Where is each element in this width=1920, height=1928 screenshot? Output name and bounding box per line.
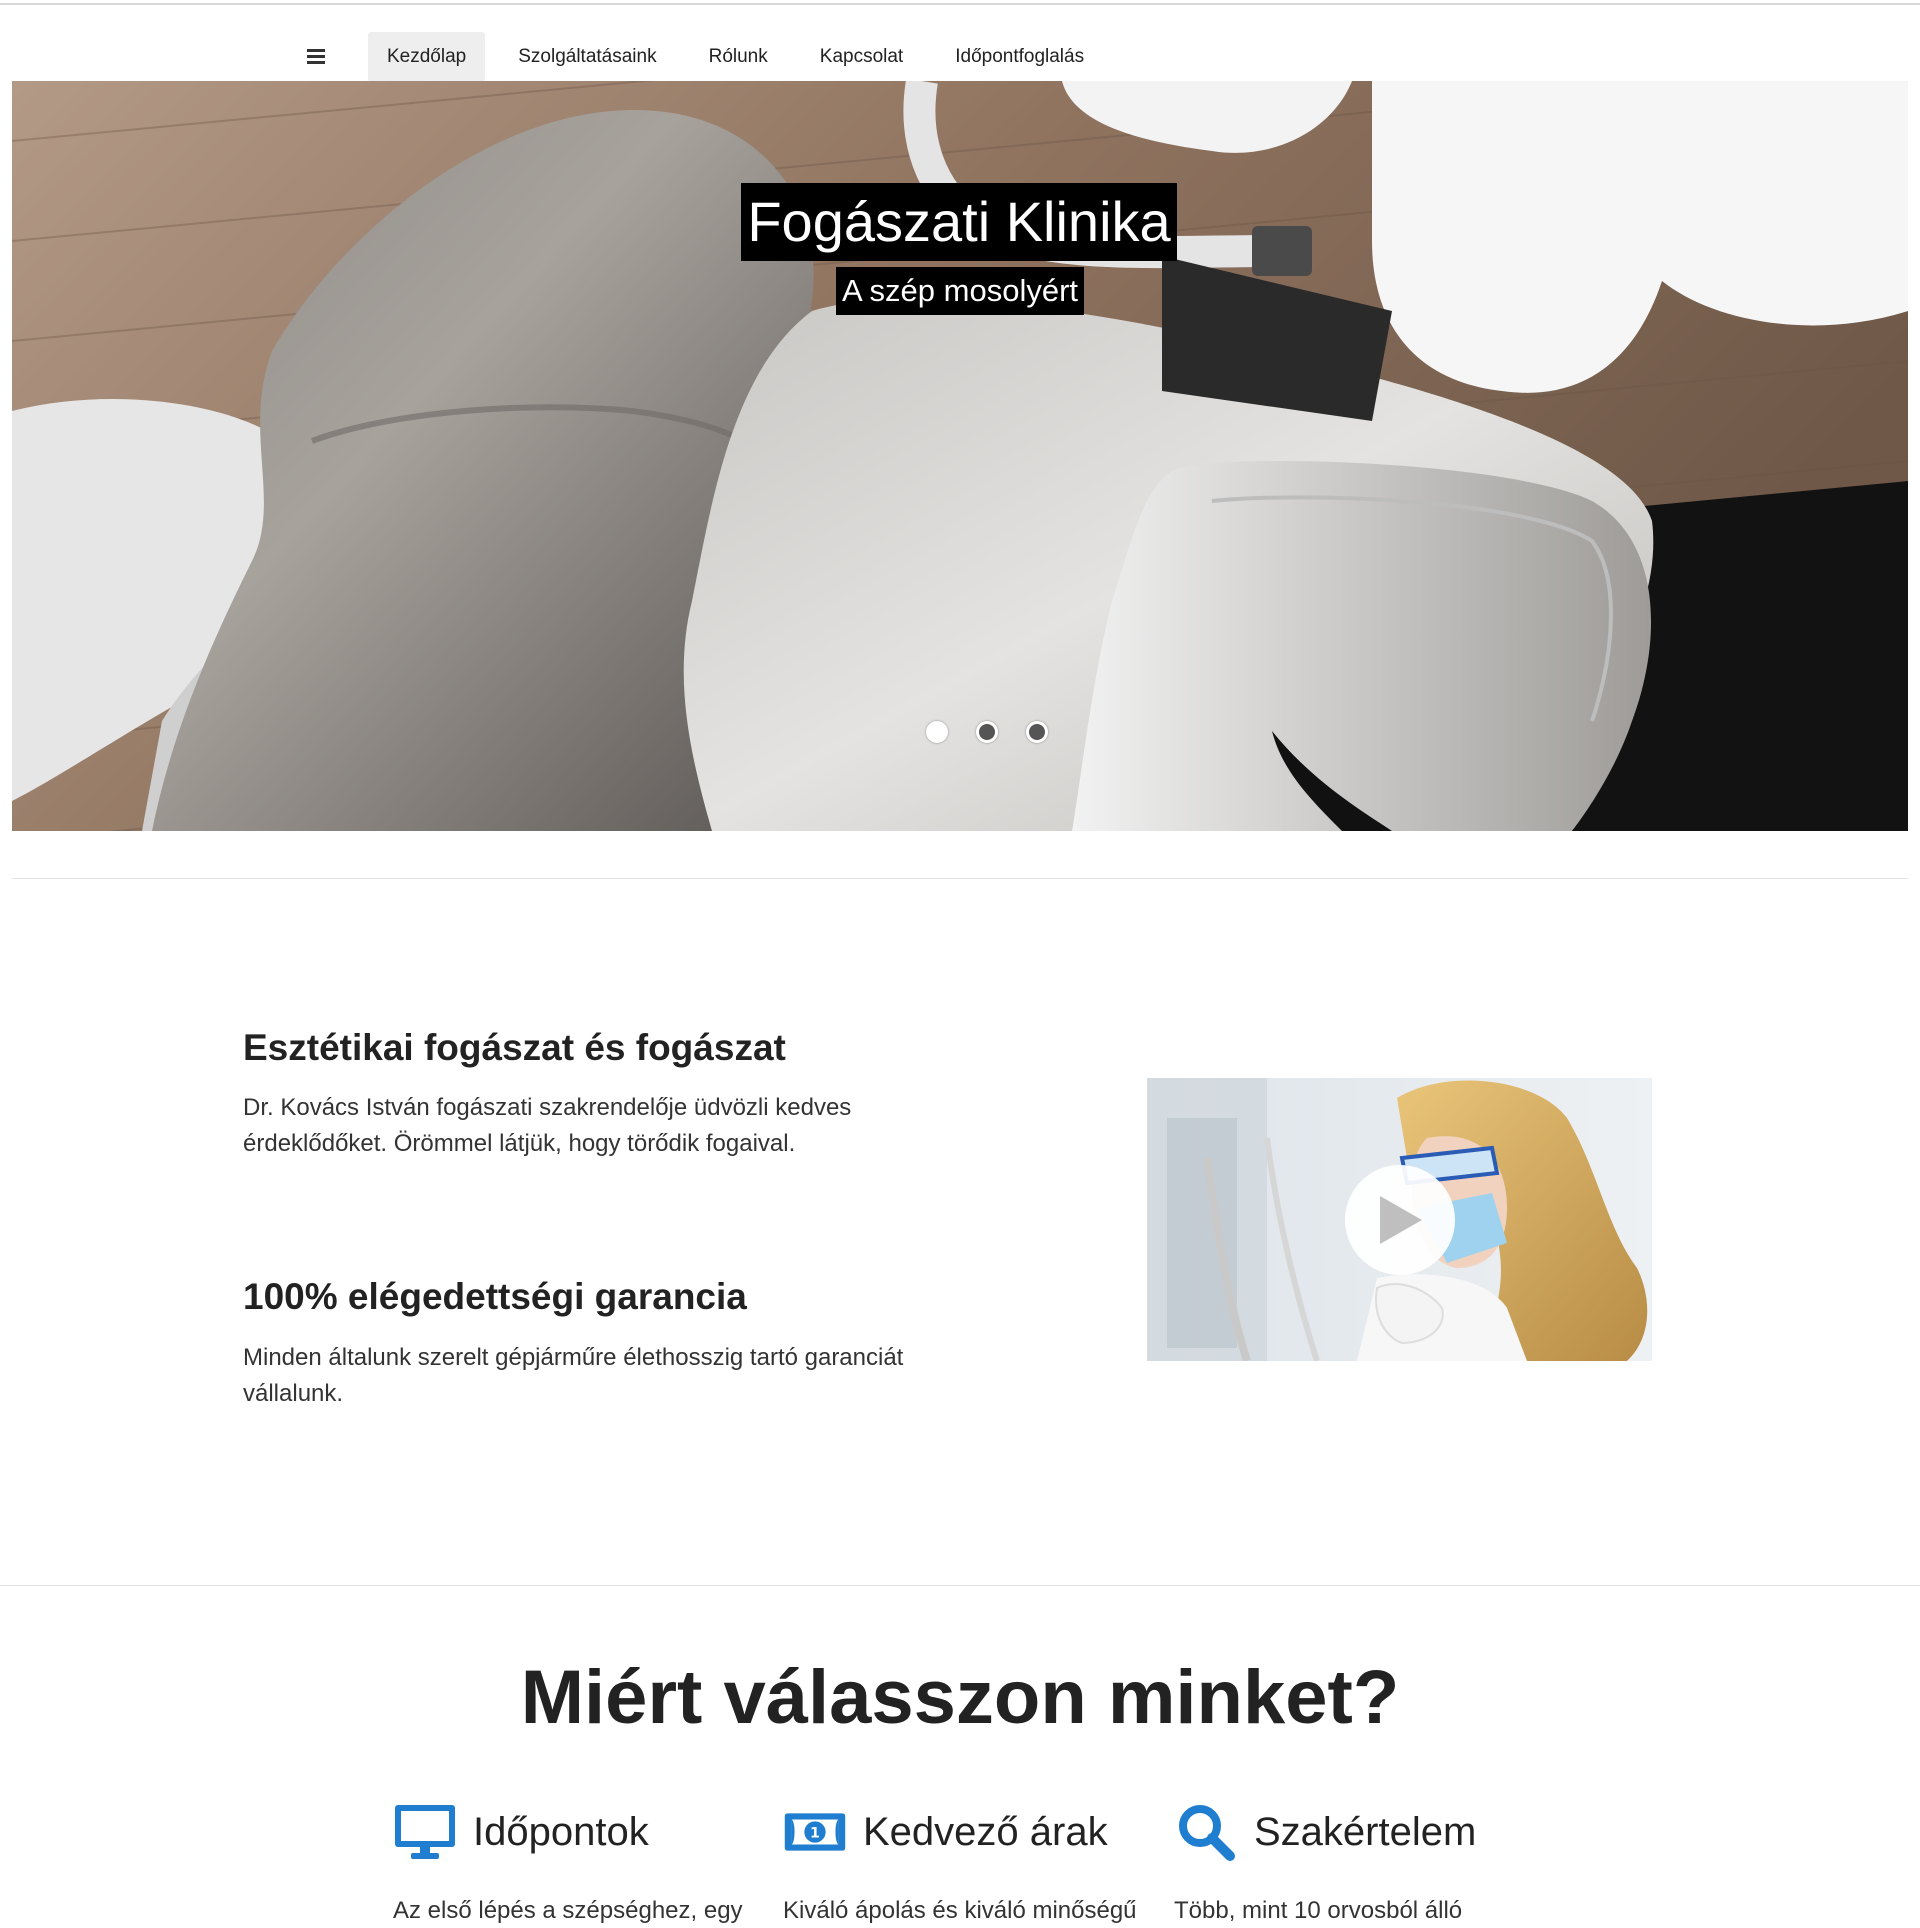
intro-heading-guarantee: 100% elégedettségi garancia: [243, 1276, 747, 1317]
feature-title-prices: Kedvező árak: [863, 1809, 1108, 1854]
intro-text-welcome: Dr. Kovács István fogászati szakrendelőj…: [243, 1094, 852, 1157]
carousel-dot-2[interactable]: [976, 721, 998, 743]
carousel-indicators: [926, 721, 1076, 743]
carousel-dot-1[interactable]: [926, 721, 948, 743]
play-triangle: [1380, 1196, 1422, 1244]
feature-prices: 1 Kedvező árak Kiváló ápolás és kiváló m…: [783, 1800, 1173, 1928]
intro-heading-aesthetic: Esztétikai fogászat és fogászat: [243, 1027, 786, 1068]
nav-item-booking[interactable]: Időpontfoglalás: [936, 32, 1103, 82]
intro-text-guarantee: Minden általunk szerelt gépjárműre életh…: [243, 1344, 904, 1407]
feature-text-appointments: Az első lépés a szépséghez, egy: [393, 1897, 743, 1924]
section-divider: [12, 878, 1908, 879]
hero-subtitle: A szép mosolyért: [835, 267, 1085, 315]
hero-title: Fogászati Klinika: [741, 183, 1177, 261]
feature-text-prices: Kiváló ápolás és kiváló minőségű: [783, 1897, 1137, 1924]
play-icon[interactable]: [1345, 1165, 1455, 1275]
svg-text:1: 1: [810, 1825, 820, 1841]
video-player[interactable]: [1147, 1078, 1652, 1361]
feature-expertise: Szakértelem Több, mint 10 orvosból álló: [1174, 1800, 1564, 1928]
intro-section: Esztétikai fogászat és fogászat Dr. Ková…: [0, 880, 1920, 1585]
monitor-icon: [393, 1800, 457, 1864]
feature-title-appointments: Időpontok: [473, 1809, 649, 1854]
search-icon: [1174, 1800, 1238, 1864]
nav-item-home[interactable]: Kezdőlap: [368, 32, 486, 82]
nav-item-contact[interactable]: Kapcsolat: [801, 32, 922, 82]
section-divider-2: [0, 1585, 1920, 1586]
hero-carousel: Fogászati Klinika A szép mosolyért: [12, 81, 1908, 831]
feature-text-expertise: Több, mint 10 orvosból álló: [1174, 1897, 1463, 1924]
feature-title-expertise: Szakértelem: [1254, 1809, 1477, 1854]
nav-item-services[interactable]: Szolgáltatásaink: [499, 32, 675, 82]
hamburger-menu-icon[interactable]: [294, 34, 338, 78]
nav-item-about[interactable]: Rólunk: [690, 32, 787, 82]
main-navbar: Kezdőlap Szolgáltatásaink Rólunk Kapcsol…: [0, 5, 1920, 82]
feature-appointments: Időpontok Az első lépés a szépséghez, eg…: [393, 1800, 783, 1928]
carousel-dot-3[interactable]: [1026, 721, 1048, 743]
nav-menu: Kezdőlap Szolgáltatásaink Rólunk Kapcsol…: [368, 32, 1117, 82]
why-us-title: Miért válasszon minket?: [520, 1655, 1400, 1740]
money-icon: 1: [783, 1800, 847, 1864]
